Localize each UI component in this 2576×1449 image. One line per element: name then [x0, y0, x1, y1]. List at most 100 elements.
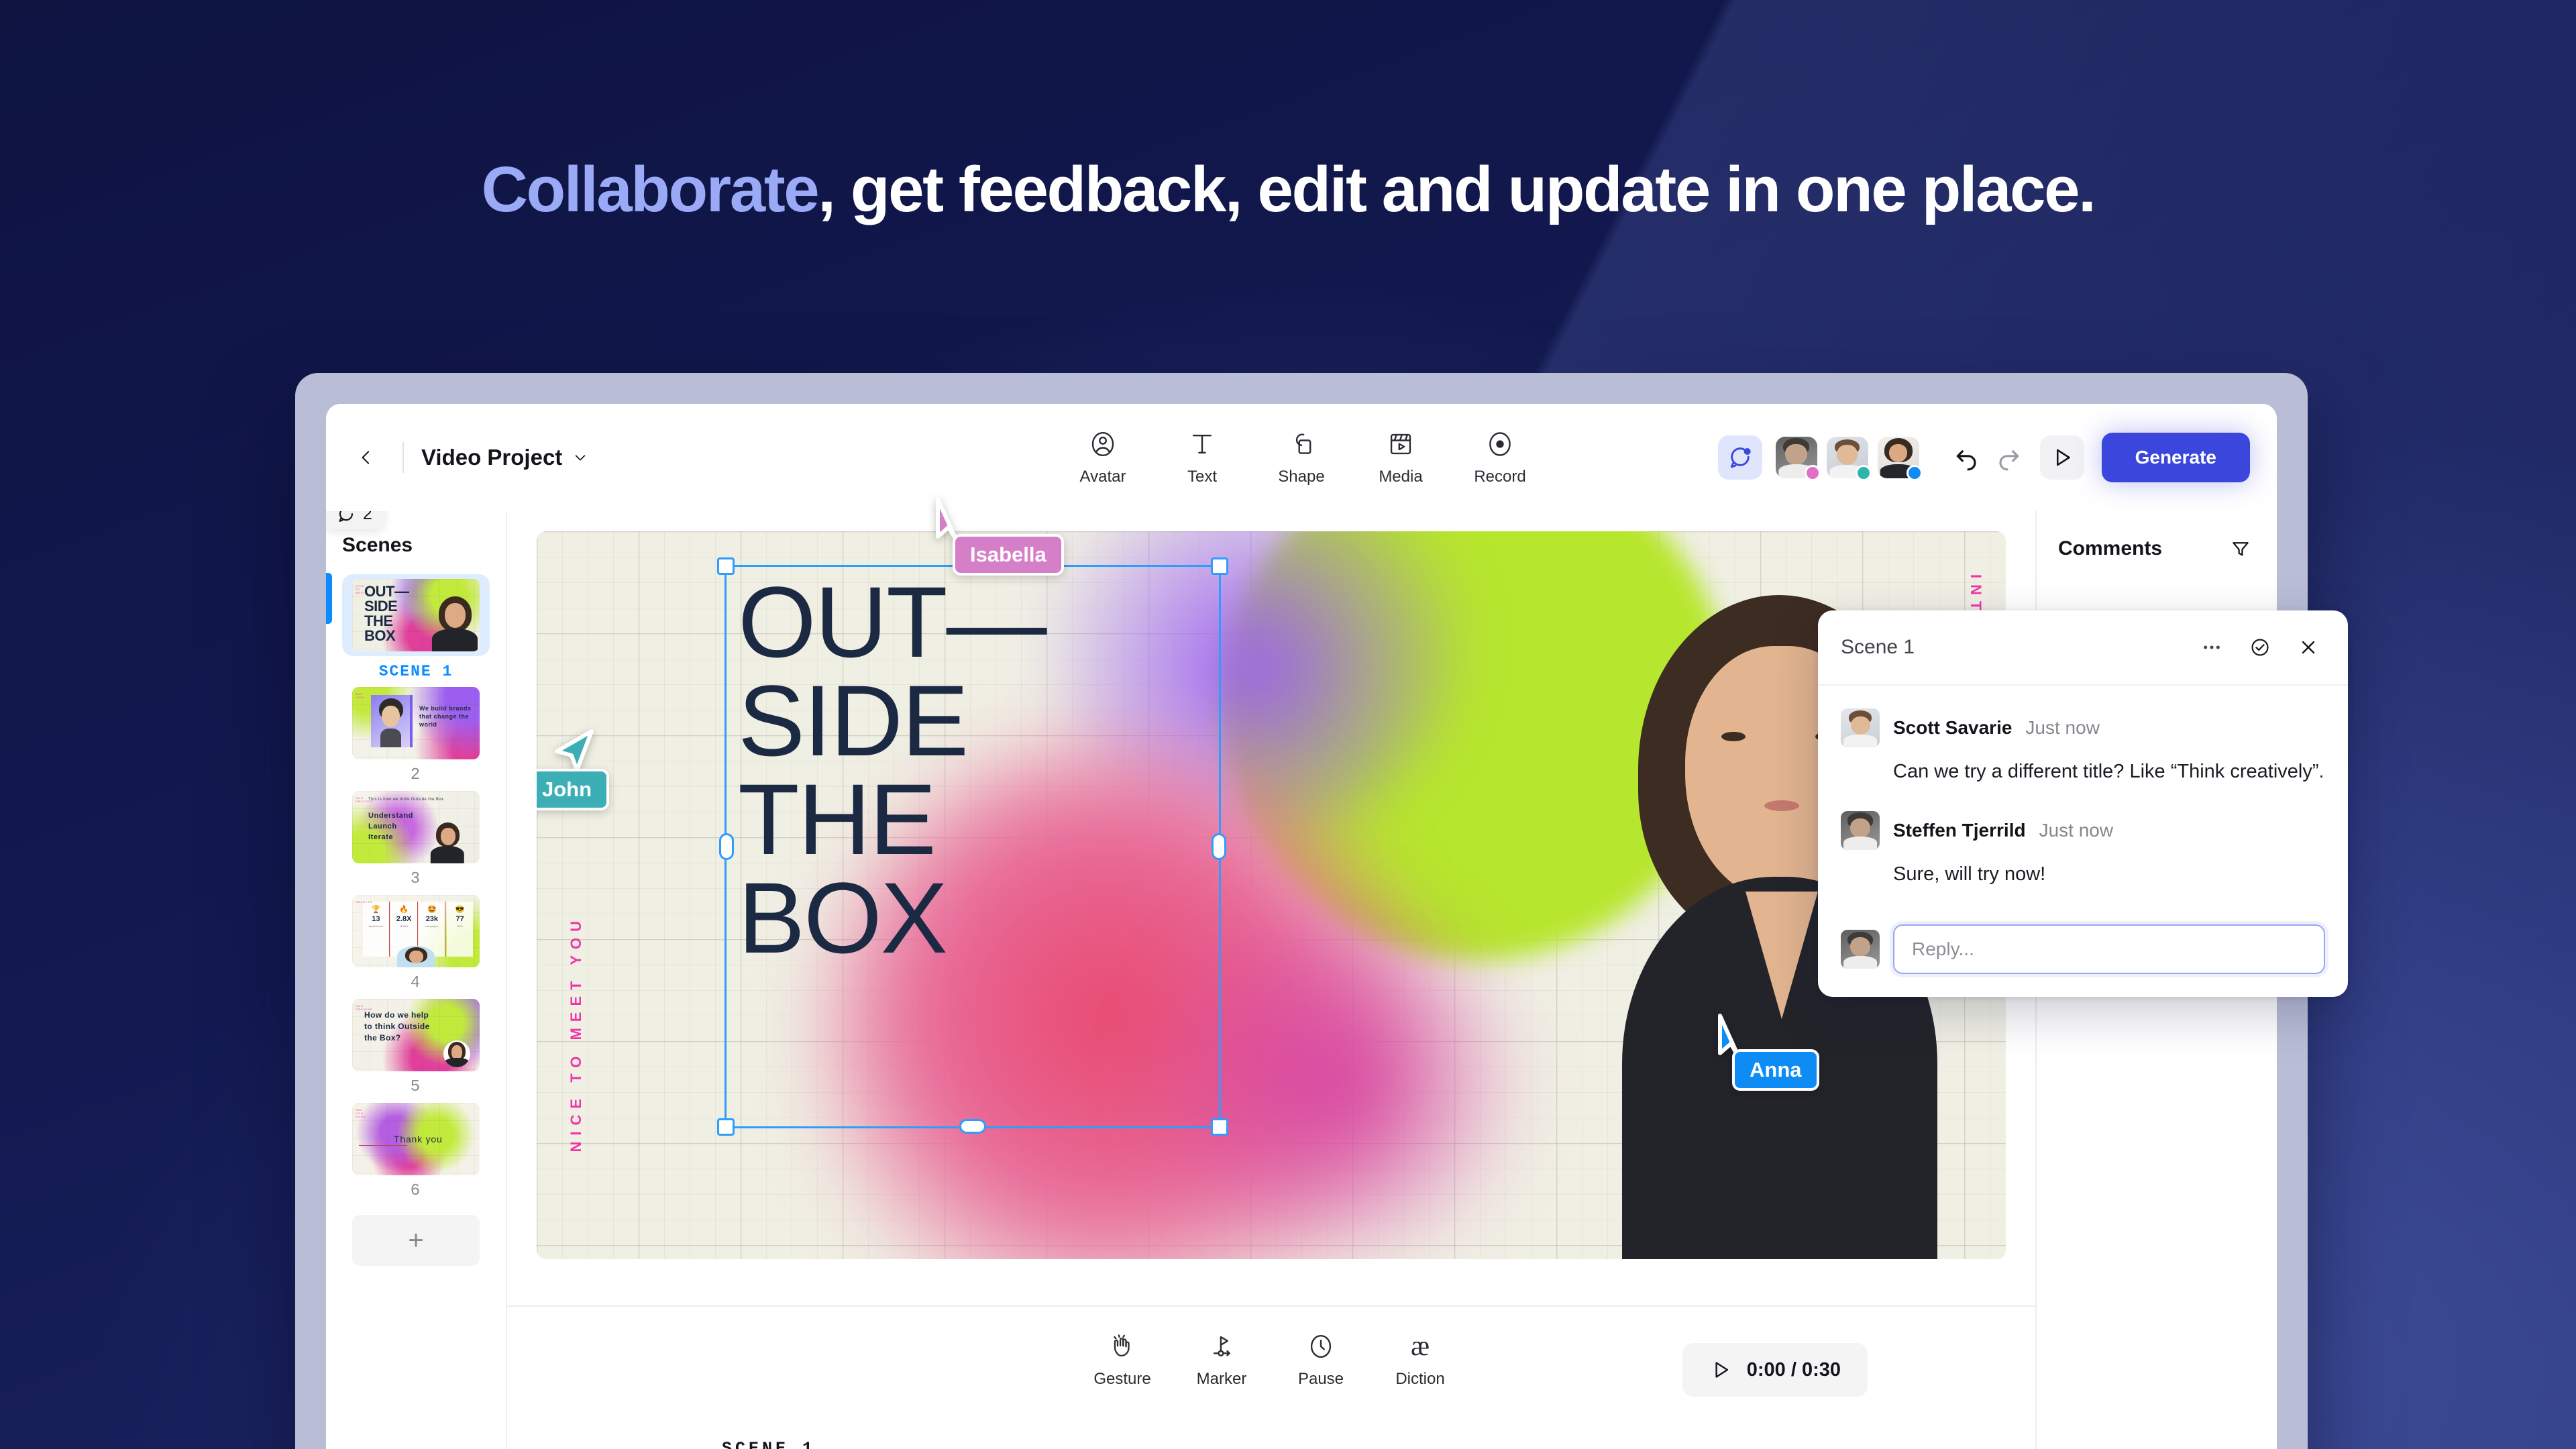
tool-label: Text [1187, 468, 1217, 486]
selection-box[interactable] [724, 565, 1221, 1128]
play-icon [2050, 445, 2074, 470]
playback-time[interactable]: 0:00 / 0:30 [1682, 1343, 1868, 1397]
toolbar-divider [402, 442, 404, 473]
thumb-title: OUT—SIDETHEBOX [364, 584, 409, 643]
flag-marker-icon [1206, 1331, 1237, 1362]
scene-thumbnail[interactable]: 🏆 13 awards won 🔥 2.8X ROAS 🤩 23k [352, 895, 480, 967]
undo-icon[interactable] [1946, 437, 1988, 478]
scene-number: SCENE 1 [342, 663, 490, 680]
avatar[interactable] [1776, 437, 1817, 478]
resize-handle-top[interactable] [959, 559, 986, 574]
resize-handle-bottom-right[interactable] [1211, 1118, 1228, 1136]
status-dot [1805, 465, 1821, 481]
avatar [1841, 930, 1880, 969]
scene-number: 5 [342, 1078, 490, 1096]
scene-canvas[interactable]: NICE TO MEET YOU INTEGRATED CREATIVE AGE… [537, 531, 2006, 1259]
thumb-wrap: NICE TO MEET OUT—SIDETHEBOX [342, 574, 490, 656]
status-dot [1856, 465, 1872, 481]
tool-text[interactable]: Text [1173, 429, 1231, 486]
comment-popover-header: Scene 1 [1818, 610, 2348, 686]
clock-icon [1305, 1331, 1336, 1362]
avatar [1841, 811, 1880, 850]
tool-pause[interactable]: Pause [1292, 1331, 1350, 1389]
list-item[interactable]: 🏆 13 awards won 🔥 2.8X ROAS 🤩 23k [342, 895, 490, 992]
comment-time: Just now [2025, 717, 2100, 739]
top-toolbar: Video Project Avatar Text S [326, 404, 2277, 511]
toolbar-tools: Avatar Text Shape Media [1074, 429, 1529, 486]
bottom-toolbar: Gesture Marker [507, 1305, 2035, 1449]
comment-popover-actions [2195, 631, 2325, 664]
more-dots-icon[interactable] [2195, 631, 2229, 664]
stat-label: awards won [363, 924, 389, 928]
stat-label: ROAS [391, 924, 417, 928]
thumb-title: We build brandsthat change theworld [419, 704, 471, 729]
scene-thumbnail[interactable]: Thank you SEE YOU SOON [352, 1103, 480, 1175]
resize-handle-top-right[interactable] [1211, 557, 1228, 575]
list-item[interactable]: NICE TO MEET OUT—SIDETHEBOX SCENE 1 [342, 574, 490, 680]
list-item[interactable]: Thank you SEE YOU SOON 6 [342, 1103, 490, 1200]
tool-gesture[interactable]: Gesture [1093, 1331, 1151, 1389]
headline-accent: Collaborate [482, 154, 818, 225]
project-name-dropdown[interactable]: Video Project [421, 445, 588, 470]
scene-thumbnail[interactable]: This is how we think Outside the Box Und… [352, 791, 480, 863]
scenes-panel: Scenes 2 NICE TO MEET OUT—SIDETHEBOX [326, 511, 507, 1449]
comment-time: Just now [2039, 820, 2114, 841]
thumb-person [443, 1040, 470, 1067]
reply-input[interactable] [1893, 924, 2325, 974]
comment-bubble-icon[interactable] [1718, 435, 1762, 480]
resize-handle-top-left[interactable] [717, 557, 735, 575]
tool-avatar[interactable]: Avatar [1074, 429, 1132, 486]
thumb-photo [371, 695, 413, 747]
filter-icon[interactable] [2226, 534, 2255, 564]
comment-popover: Scene 1 Scott S [1818, 610, 2348, 997]
scene-thumbnail[interactable]: NICE TO MEET OUT—SIDETHEBOX [352, 579, 480, 651]
avatar[interactable] [1878, 437, 1919, 478]
scenes-title: Scenes [342, 534, 490, 557]
thumb-person [430, 595, 480, 651]
waving-hand-icon [1107, 1331, 1138, 1362]
bottom-tools: Gesture Marker [1093, 1331, 1449, 1389]
generate-button[interactable]: Generate [2102, 433, 2250, 482]
comment-text: Sure, will try now! [1893, 861, 2325, 888]
tool-shape[interactable]: Shape [1273, 429, 1330, 486]
comment-item: Scott Savarie Just now Can we try a diff… [1841, 708, 2325, 786]
resize-handle-bottom[interactable] [959, 1119, 986, 1134]
resize-handle-bottom-left[interactable] [717, 1118, 735, 1136]
thumb-title: How do we helpto think Outsidethe Box? [364, 1010, 430, 1043]
close-icon[interactable] [2292, 631, 2325, 664]
redo-icon[interactable] [1988, 437, 2029, 478]
tool-label: Media [1379, 468, 1422, 486]
tool-media[interactable]: Media [1372, 429, 1430, 486]
list-item[interactable]: How do we helpto think Outsidethe Box? O… [342, 999, 490, 1096]
stat-cell: 😎 77 NPS [447, 902, 473, 957]
scene-number: 3 [342, 870, 490, 888]
resize-handle-left[interactable] [719, 833, 734, 860]
chevron-left-icon[interactable] [347, 439, 385, 476]
list-item[interactable]: We build brandsthat change theworld BIG … [342, 687, 490, 784]
canvas-area: NICE TO MEET YOU INTEGRATED CREATIVE AGE… [507, 511, 2035, 1305]
avatar[interactable] [1827, 437, 1868, 478]
comment-popover-title: Scene 1 [1841, 636, 1915, 659]
scene-thumbnail[interactable]: We build brandsthat change theworld BIG … [352, 687, 480, 759]
reply-row [1818, 924, 2348, 997]
comment-author: Steffen Tjerrild [1893, 820, 2026, 841]
play-icon [1709, 1358, 1732, 1381]
status-dot [1907, 465, 1923, 481]
tool-diction[interactable]: æ Diction [1391, 1331, 1449, 1389]
stat-cell: 🏆 13 awards won [363, 902, 390, 957]
ae-ligature-icon: æ [1405, 1331, 1436, 1362]
avatar [1841, 708, 1880, 747]
comment-header: Scott Savarie Just now [1841, 708, 2325, 747]
check-circle-icon[interactable] [2243, 631, 2277, 664]
comment-item: Steffen Tjerrild Just now Sure, will try… [1841, 811, 2325, 888]
canvas-vertical-text-left: NICE TO MEET YOU [568, 915, 585, 1152]
tool-marker[interactable]: Marker [1193, 1331, 1250, 1389]
list-item[interactable]: This is how we think Outside the Box Und… [342, 791, 490, 888]
resize-handle-right[interactable] [1212, 833, 1226, 860]
scene-thumbnail[interactable]: How do we helpto think Outsidethe Box? O… [352, 999, 480, 1071]
preview-play-button[interactable] [2040, 435, 2084, 480]
tool-record[interactable]: Record [1471, 429, 1529, 486]
add-scene-button[interactable]: + [352, 1215, 480, 1266]
stat-value: 2.8X [391, 915, 417, 923]
project-name-label: Video Project [421, 445, 562, 470]
